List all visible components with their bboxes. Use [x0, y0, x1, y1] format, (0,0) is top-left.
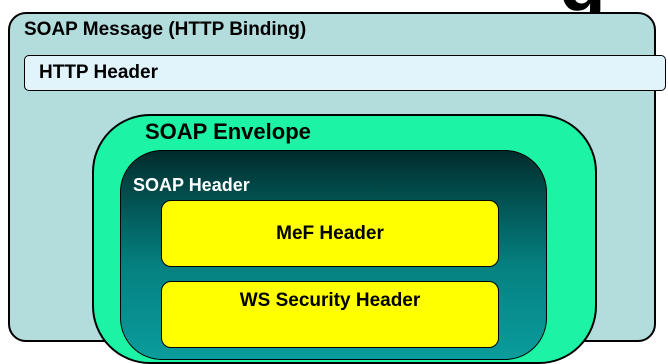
http-header-box: HTTP Header — [24, 55, 666, 91]
ws-security-header-box: WS Security Header — [161, 281, 499, 348]
soap-message-label: SOAP Message (HTTP Binding) — [24, 19, 307, 40]
soap-envelope-label: SOAP Envelope — [145, 119, 311, 144]
mef-header-box: MeF Header — [161, 200, 499, 267]
soap-header-label: SOAP Header — [133, 175, 250, 195]
